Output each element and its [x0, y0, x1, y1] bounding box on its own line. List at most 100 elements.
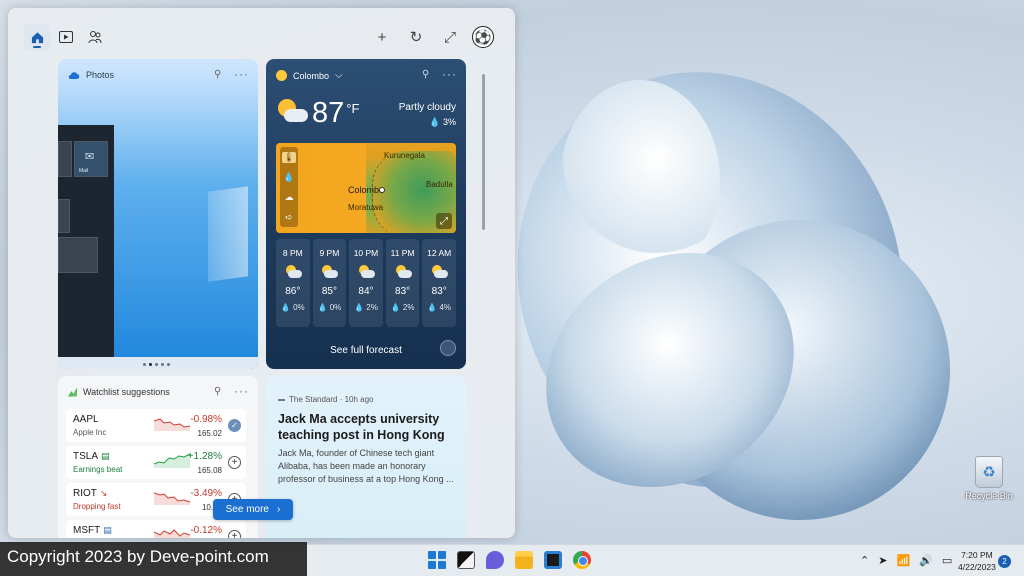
- wifi-icon[interactable]: 📶: [896, 554, 910, 567]
- wallpaper-bloom-petal: [560, 80, 720, 280]
- stock-sparkline: [154, 492, 190, 505]
- hourly-forecast-item[interactable]: 10 PM 84° 💧 2%: [349, 239, 383, 327]
- see-more-button[interactable]: See more ›: [213, 499, 293, 520]
- current-temperature: 87: [312, 97, 345, 129]
- stock-sparkline: [154, 453, 190, 468]
- news-headline[interactable]: Jack Ma accepts university teaching post…: [278, 411, 456, 443]
- photo-pagination[interactable]: [143, 363, 170, 366]
- add-to-watchlist-icon[interactable]: +: [228, 456, 241, 469]
- pin-icon[interactable]: ⚲: [422, 69, 429, 80]
- current-conditions: 87 °F: [276, 97, 359, 129]
- pin-icon[interactable]: ⚲: [214, 386, 221, 397]
- pagination-dot[interactable]: [161, 363, 164, 366]
- chrome-icon[interactable]: [573, 551, 591, 569]
- partly-cloudy-icon: [284, 265, 302, 279]
- sun-icon: [276, 70, 287, 81]
- clock-time: 7:20 PM: [961, 550, 993, 560]
- weather-widget[interactable]: Colombo ⌵ ⚲ ··· 87 °F Partly cloudy 💧 3%…: [266, 59, 466, 369]
- raindrop-icon: 💧: [317, 303, 328, 312]
- hourly-forecast: 8 PM 86° 💧 0% 9 PM 85° 💧 0% 10 PM 84° 💧 2% 11 PM 8…: [276, 239, 456, 327]
- hourly-forecast-item[interactable]: 8 PM 86° 💧 0%: [276, 239, 310, 327]
- account-avatar[interactable]: ⚽: [472, 26, 494, 48]
- raindrop-icon: 💧: [427, 303, 438, 312]
- stock-row[interactable]: AAPL Apple Inc -0.98% 165.02 ✓: [66, 409, 246, 442]
- weather-location-selector[interactable]: Colombo ⌵: [276, 70, 343, 81]
- microsoft-store-icon[interactable]: [544, 551, 562, 569]
- chevron-down-icon: ⌵: [335, 70, 343, 81]
- partly-cloudy-icon: [430, 265, 449, 279]
- taskbar-clock[interactable]: 7:20 PM 4/22/2023: [958, 549, 996, 573]
- expand-button[interactable]: ⤢: [439, 26, 461, 48]
- stock-symbol-text: RIOT: [73, 488, 97, 499]
- wind-icon[interactable]: ➪: [285, 212, 293, 223]
- hourly-forecast-item[interactable]: 12 AM 83° 💧 4%: [422, 239, 456, 327]
- chevron-up-icon[interactable]: ⌃: [860, 554, 869, 567]
- news-card[interactable]: The Standard · 10h ago Jack Ma accepts u…: [266, 376, 466, 538]
- raindrop-icon: 💧: [390, 303, 401, 312]
- thermometer-icon[interactable]: 🌡: [282, 151, 296, 163]
- partly-cloudy-icon: [320, 265, 339, 279]
- checkmark-icon[interactable]: ✓: [228, 419, 241, 432]
- battery-icon[interactable]: ▭: [942, 554, 952, 567]
- weather-condition: Partly cloudy: [398, 102, 456, 113]
- chat-teams-icon[interactable]: [486, 551, 504, 569]
- map-layer-controls[interactable]: 🌡 💧 ☁ ➪: [280, 147, 298, 227]
- calendar-icon: ▤: [103, 525, 112, 535]
- map-label: Badulla: [426, 180, 453, 189]
- add-to-watchlist-icon[interactable]: +: [228, 530, 241, 538]
- home-icon: [31, 31, 43, 43]
- stock-change: +1.28%: [187, 451, 222, 462]
- widgets-scrollbar[interactable]: [482, 74, 485, 230]
- onedrive-cloud-icon: [68, 72, 80, 79]
- more-options-icon[interactable]: ···: [234, 67, 249, 81]
- hour-temperature: 84°: [358, 286, 374, 297]
- pagination-dot[interactable]: [155, 363, 158, 366]
- weather-map[interactable]: 🌡 💧 ☁ ➪ Kurunegala Colombo Moratuwa Badu…: [276, 143, 456, 233]
- windows-logo-icon: [428, 561, 436, 569]
- notification-badge[interactable]: 2: [998, 555, 1011, 568]
- location-arrow-icon[interactable]: ➤: [878, 554, 887, 567]
- hour-time: 8 PM: [282, 248, 303, 258]
- start-button[interactable]: [428, 551, 446, 569]
- hour-precipitation-value: 2%: [402, 303, 415, 312]
- partly-cloudy-icon: [394, 265, 412, 279]
- tab-watch[interactable]: [53, 24, 79, 50]
- see-full-forecast-link[interactable]: See full forecast: [266, 345, 466, 356]
- stock-symbol: MSFT ▤: [73, 525, 112, 536]
- hour-time: 10 PM: [353, 248, 379, 258]
- tab-home[interactable]: [24, 24, 50, 50]
- windows-logo-icon: [428, 551, 436, 559]
- map-expand-icon[interactable]: ⤢: [436, 213, 452, 229]
- cloud-icon[interactable]: ☁: [285, 192, 294, 203]
- hour-temperature: 85°: [321, 286, 337, 297]
- photo-tile: [58, 237, 98, 273]
- source-logo-icon: [278, 398, 285, 401]
- file-explorer-icon[interactable]: [515, 551, 533, 569]
- hourly-forecast-item[interactable]: 9 PM 85° 💧 0%: [312, 239, 347, 327]
- pagination-dot[interactable]: [167, 363, 170, 366]
- pagination-dot[interactable]: [149, 363, 152, 366]
- stock-row[interactable]: MSFT▤Earnings in 3 days-0.12%285.76+: [66, 520, 246, 538]
- hour-precipitation: 💧 2%: [386, 303, 420, 312]
- refresh-button[interactable]: ↻: [405, 26, 427, 48]
- pagination-dot[interactable]: [143, 363, 146, 366]
- pin-icon[interactable]: ⚲: [214, 69, 221, 80]
- stock-row[interactable]: TSLA ▤ Earnings beat +1.28% 165.08 +: [66, 446, 246, 479]
- recycle-bin-shortcut[interactable]: Recycle Bin: [962, 456, 1016, 501]
- location-pin-icon: [379, 187, 385, 193]
- expand-icon: ⤢: [443, 28, 456, 46]
- hourly-forecast-item[interactable]: 11 PM 83° 💧 2%: [385, 239, 420, 327]
- stock-name: Dropping fast: [73, 502, 121, 511]
- mail-icon: ✉: [85, 151, 95, 163]
- stock-name: Apple Inc: [73, 428, 107, 437]
- tab-following[interactable]: [82, 24, 108, 50]
- raindrop-icon[interactable]: 💧: [283, 172, 294, 183]
- more-options-icon[interactable]: ···: [442, 67, 457, 81]
- photo-mail-tile: ✉ Mail: [74, 141, 108, 177]
- recycle-bin-icon: [975, 456, 1003, 488]
- photos-widget[interactable]: Photos ⚲ ··· ✉ Mail: [58, 59, 258, 369]
- more-options-icon[interactable]: ···: [234, 384, 249, 398]
- add-widget-button[interactable]: +: [371, 26, 393, 48]
- task-view-button[interactable]: [457, 551, 475, 569]
- volume-icon[interactable]: 🔊: [919, 554, 933, 567]
